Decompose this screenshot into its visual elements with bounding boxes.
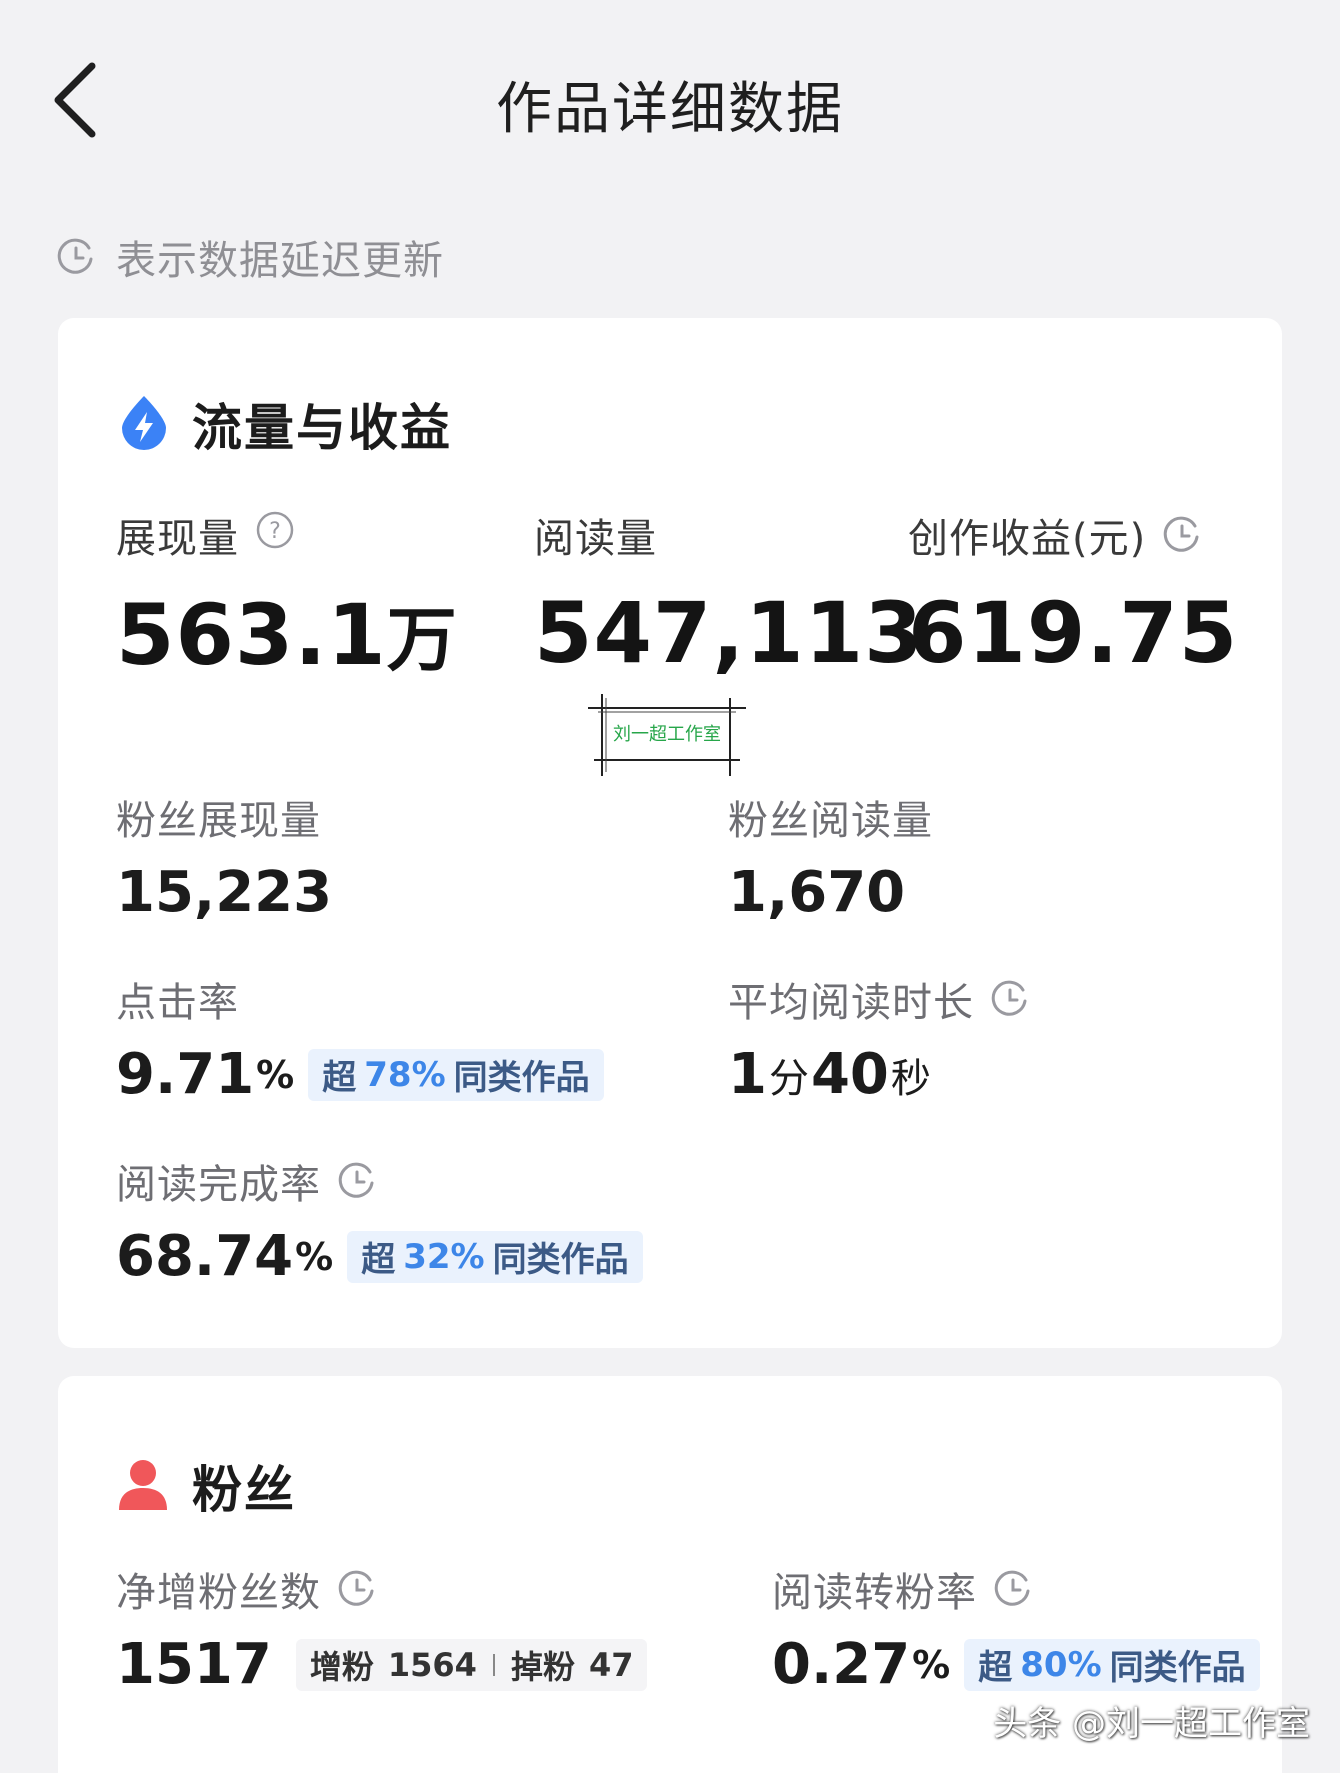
impressions-value: 563.1万 (116, 586, 458, 684)
conversion-rank-badge: 超 80% 同类作品 (964, 1638, 1260, 1691)
clock-icon (990, 979, 1030, 1019)
reads-value: 547,113 (534, 584, 924, 682)
clock-icon (337, 1569, 377, 1609)
earnings-metric: 创作收益(元) 619.75 (908, 506, 1238, 682)
impressions-unit: 万 (386, 599, 458, 681)
ctr-metric: 点击率 9.71% 超 78% 同类作品 (116, 970, 604, 1107)
ctr-value-row: 9.71% 超 78% 同类作品 (116, 1042, 604, 1107)
earnings-label: 创作收益(元) (908, 516, 1147, 562)
impressions-label: 展现量 (116, 516, 239, 562)
person-icon (116, 1456, 170, 1516)
fan-reads-label: 粉丝阅读量 (728, 798, 933, 844)
earnings-value: 619.75 (908, 584, 1239, 682)
net-fans-metric: 净增粉丝数 1517 增粉 1564 掉粉 47 (116, 1560, 648, 1697)
studio-stamp: 刘一超工作室 (588, 694, 746, 776)
question-circle-icon[interactable]: ? (255, 510, 295, 560)
fan-impressions-value: 15,223 (116, 860, 333, 925)
lightning-drop-icon (118, 394, 170, 454)
page-title: 作品详细数据 (496, 77, 844, 142)
page: 作品详细数据 表示数据延迟更新 流量与收益 展现量 ? 563.1万 阅读量 5… (0, 0, 1340, 1773)
traffic-card: 流量与收益 展现量 ? 563.1万 阅读量 547,113 创作收益(元) 6… (58, 318, 1282, 1348)
completion-label: 阅读完成率 (116, 1162, 321, 1208)
notice-text: 表示数据延迟更新 (116, 238, 444, 284)
delay-notice: 表示数据延迟更新 (56, 228, 444, 286)
avg-read-time-metric: 平均阅读时长 1 分 40 秒 (728, 970, 1030, 1107)
net-fans-value-row: 1517 增粉 1564 掉粉 47 (116, 1632, 648, 1697)
conversion-value: 0.27 (772, 1632, 911, 1697)
avg-read-time-label: 平均阅读时长 (728, 980, 974, 1026)
fan-reads-value: 1,670 (728, 860, 906, 925)
watermark: 头条 @刘一超工作室 (993, 1704, 1310, 1744)
fans-header: 粉丝 (116, 1450, 296, 1522)
conversion-metric: 阅读转粉率 0.27% 超 80% 同类作品 (772, 1560, 1260, 1697)
fans-title: 粉丝 (192, 1461, 296, 1519)
conversion-value-row: 0.27% 超 80% 同类作品 (772, 1632, 1260, 1697)
completion-metric: 阅读完成率 68.74% 超 32% 同类作品 (116, 1152, 643, 1289)
fans-change-badge: 增粉 1564 掉粉 47 (295, 1638, 648, 1691)
conversion-unit: % (912, 1642, 951, 1687)
clock-icon (56, 237, 96, 277)
clock-icon (993, 1569, 1033, 1609)
conversion-label: 阅读转粉率 (772, 1570, 977, 1616)
impressions-metric: 展现量 ? 563.1万 (116, 506, 458, 685)
completion-rank-badge: 超 32% 同类作品 (347, 1230, 643, 1283)
completion-value-row: 68.74% 超 32% 同类作品 (116, 1224, 643, 1289)
net-fans-label: 净增粉丝数 (116, 1570, 321, 1616)
ctr-value: 9.71 (116, 1042, 255, 1107)
avg-read-time-value: 1 分 40 秒 (728, 1042, 931, 1107)
reads-label: 阅读量 (534, 516, 657, 562)
net-fans-value: 1517 (116, 1632, 272, 1697)
fan-impressions-label: 粉丝展现量 (116, 798, 321, 844)
reads-metric: 阅读量 547,113 (534, 506, 924, 682)
completion-value: 68.74 (116, 1224, 294, 1289)
clock-icon (337, 1161, 377, 1201)
fan-impressions-metric: 粉丝展现量 15,223 (116, 788, 332, 925)
ctr-rank-badge: 超 78% 同类作品 (308, 1048, 604, 1101)
traffic-header: 流量与收益 (118, 388, 452, 460)
ctr-label: 点击率 (116, 980, 239, 1026)
traffic-title: 流量与收益 (192, 399, 452, 457)
ctr-unit: % (256, 1052, 295, 1097)
svg-text:?: ? (269, 519, 281, 544)
clock-icon (1162, 515, 1202, 555)
fan-reads-metric: 粉丝阅读量 1,670 (728, 788, 933, 925)
completion-unit: % (295, 1234, 334, 1279)
stamp-text: 刘一超工作室 (613, 724, 721, 745)
